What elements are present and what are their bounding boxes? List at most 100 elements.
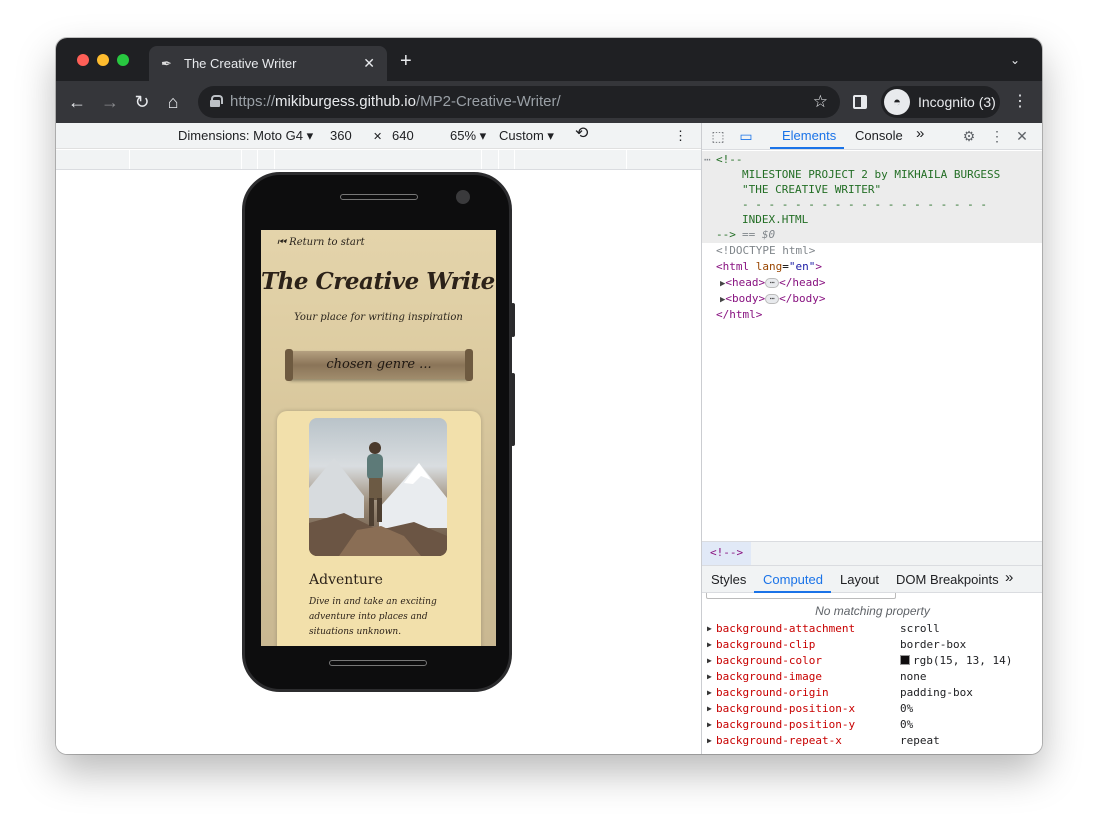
html-close-node: </html>: [716, 308, 763, 321]
quill-favicon-icon: ✒: [161, 56, 172, 71]
computed-property-row[interactable]: ▶ background-position-y 0%: [702, 717, 1042, 733]
devtools-menu-icon[interactable]: ⋮: [989, 128, 1005, 144]
html-node[interactable]: <html lang="en">: [716, 260, 822, 274]
settings-gear-icon[interactable]: ⚙: [961, 128, 977, 144]
property-value: none: [900, 669, 927, 685]
return-to-start-link[interactable]: ⏮ Return to start: [277, 237, 365, 248]
throttle-select[interactable]: Custom ▾: [499, 129, 554, 143]
computed-property-row[interactable]: ▶ background-repeat-x repeat: [702, 733, 1042, 749]
body-node[interactable]: ▶<body> ⋯ </body>: [720, 292, 826, 307]
browser-menu-icon[interactable]: ⋮: [1012, 92, 1028, 112]
expand-triangle-icon[interactable]: ▶: [707, 717, 712, 733]
lock-icon: [210, 95, 223, 107]
zoom-select[interactable]: 65% ▾: [450, 129, 486, 143]
incognito-label: Incognito (3): [918, 94, 996, 110]
property-value-text: repeat: [900, 734, 940, 747]
devtools-close-icon[interactable]: ✕: [1014, 128, 1030, 144]
property-name: background-image: [716, 670, 822, 683]
tab-elements[interactable]: Elements: [782, 129, 836, 143]
node-dots-icon[interactable]: ⋯: [704, 153, 711, 167]
more-panels-button[interactable]: »: [1005, 570, 1013, 585]
tab-console[interactable]: Console: [855, 129, 903, 143]
tab-computed[interactable]: Computed: [763, 573, 823, 587]
site-subtitle: Your place for writing inspiration: [294, 312, 463, 323]
genre-card-adventure[interactable]: Adventure Dive in and take an exciting a…: [277, 411, 481, 646]
breadcrumb-item[interactable]: <!-->: [702, 542, 752, 565]
tab-layout[interactable]: Layout: [840, 573, 879, 587]
device-dimensions-select[interactable]: Dimensions: Moto G4 ▾: [178, 129, 313, 143]
computed-property-row[interactable]: ▶ background-origin padding-box: [702, 685, 1042, 701]
property-value-text: 0%: [900, 718, 914, 731]
property-value: rgb(15, 13, 14): [900, 653, 1012, 669]
computed-property-row[interactable]: ▶ background-clip border-box: [702, 637, 1042, 653]
property-value-text: border-box: [900, 638, 967, 651]
emulated-device-area: ⏮ Return to start The Creative Writer Yo…: [56, 170, 701, 754]
expand-triangle-icon[interactable]: ▶: [707, 653, 712, 669]
window-maximize-button[interactable]: [117, 54, 129, 66]
media-query-ruler[interactable]: [56, 150, 701, 170]
device-height-input[interactable]: 640: [392, 129, 414, 143]
dimension-times-icon: ✕: [373, 131, 383, 143]
phone-speaker: [340, 194, 418, 200]
card-title: Adventure: [309, 572, 383, 588]
comment-open: <!--: [716, 153, 743, 166]
property-value: 0%: [900, 701, 913, 717]
property-value: scroll: [900, 621, 940, 637]
property-value-text: rgb(15, 13, 14): [913, 654, 1013, 667]
adventure-hiker-image: [309, 418, 447, 556]
property-name: background-position-y: [716, 718, 856, 731]
active-tab-indicator: [770, 147, 844, 149]
tab-dom-breakpoints[interactable]: DOM Breakpoints: [896, 573, 999, 587]
window-minimize-button[interactable]: [97, 54, 109, 66]
computed-property-row[interactable]: ▶ background-color rgb(15, 13, 14): [702, 653, 1042, 669]
title-bar: ✒ The Creative Writer ✕ + ⌄: [56, 38, 1042, 81]
property-value-text: 0%: [900, 702, 914, 715]
incognito-icon: ◓: [884, 89, 910, 115]
expand-triangle-icon[interactable]: ▶: [707, 637, 712, 653]
property-name: background-attachment: [716, 622, 856, 635]
comment-line: "THE CREATIVE WRITER": [742, 183, 882, 196]
incognito-profile-button[interactable]: ◓ Incognito (3): [881, 86, 1000, 118]
new-tab-button[interactable]: +: [400, 51, 412, 71]
tab-styles[interactable]: Styles: [711, 573, 746, 587]
computed-property-row[interactable]: ▶ background-position-x 0%: [702, 701, 1042, 717]
browser-tab[interactable]: ✒ The Creative Writer ✕: [149, 46, 387, 81]
device-toolbar-menu-icon[interactable]: ⋮: [674, 129, 687, 143]
rotate-icon[interactable]: ⟲: [575, 126, 588, 142]
more-tabs-button[interactable]: »: [916, 126, 924, 141]
device-toggle-icon[interactable]: ▭: [738, 128, 754, 144]
comment-line: MILESTONE PROJECT 2 by MIKHAILA BURGESS: [742, 168, 1001, 181]
head-node[interactable]: ▶<head> ⋯ </head>: [720, 276, 826, 291]
address-bar[interactable]: https://mikiburgess.github.io/MP2-Creati…: [198, 86, 840, 118]
tab-close-icon[interactable]: ✕: [363, 55, 375, 71]
expand-triangle-icon[interactable]: ▶: [707, 701, 712, 717]
phone-frame: ⏮ Return to start The Creative Writer Yo…: [242, 172, 512, 692]
home-icon[interactable]: ⌂: [162, 91, 184, 113]
back-arrow-icon[interactable]: ←: [66, 91, 88, 113]
tab-search-chevron-icon[interactable]: ⌄: [1010, 53, 1020, 67]
reload-icon[interactable]: ↻: [131, 91, 153, 113]
computed-property-row[interactable]: ▶ background-image none: [702, 669, 1042, 685]
expand-triangle-icon[interactable]: ▶: [707, 733, 712, 749]
computed-property-row[interactable]: ▶ background-attachment scroll: [702, 621, 1042, 637]
expand-triangle-icon[interactable]: ▶: [707, 669, 712, 685]
property-name: background-clip: [716, 638, 816, 651]
browser-toolbar: ← → ↻ ⌂ https://mikiburgess.github.io/MP…: [56, 81, 1042, 123]
property-name: background-origin: [716, 686, 829, 699]
bookmark-star-icon[interactable]: ☆: [813, 92, 828, 112]
side-panel-icon[interactable]: [853, 95, 867, 109]
filter-input[interactable]: [706, 593, 896, 599]
doctype-node[interactable]: <!DOCTYPE html>: [716, 244, 815, 258]
window-close-button[interactable]: [77, 54, 89, 66]
property-name: background-color: [716, 654, 822, 667]
expand-triangle-icon[interactable]: ▶: [707, 685, 712, 701]
device-width-input[interactable]: 360: [330, 129, 352, 143]
property-value: repeat: [900, 733, 940, 749]
forward-arrow-icon[interactable]: →: [99, 91, 121, 113]
color-swatch[interactable]: [900, 655, 910, 665]
elements-tree: ⋯ <!-- MILESTONE PROJECT 2 by MIKHAILA B…: [702, 151, 1042, 541]
property-value-text: scroll: [900, 622, 940, 635]
inspect-element-icon[interactable]: ⬚: [710, 128, 726, 144]
page-viewport: Dimensions: Moto G4 ▾ 360 ✕ 640 65% ▾ Cu…: [56, 123, 701, 754]
expand-triangle-icon[interactable]: ▶: [707, 621, 712, 637]
